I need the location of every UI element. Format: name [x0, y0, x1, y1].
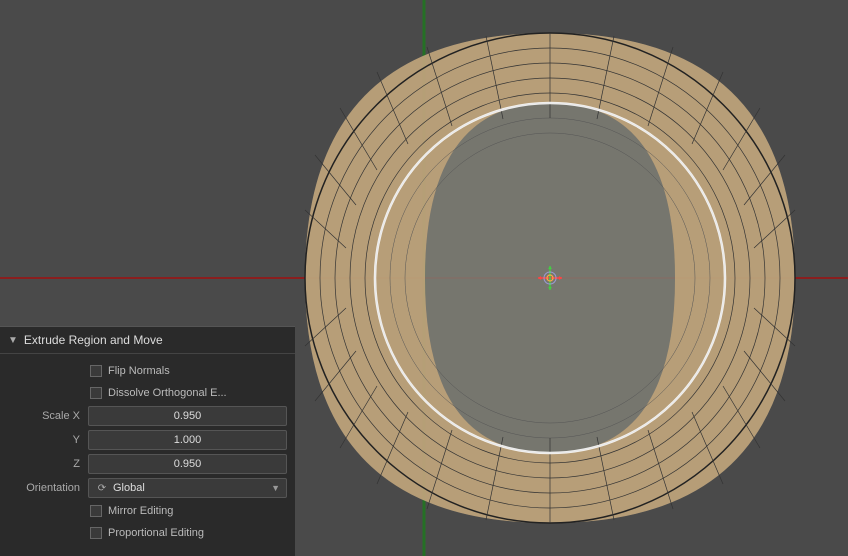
proportional-editing-label[interactable]: Proportional Editing — [90, 527, 204, 539]
panel-title: Extrude Region and Move — [24, 333, 163, 347]
mirror-editing-text: Mirror Editing — [108, 505, 173, 517]
dissolve-orthogonal-label[interactable]: Dissolve Orthogonal E... — [90, 387, 227, 399]
flip-normals-row: Flip Normals — [0, 360, 295, 382]
scale-x-row: Scale X 0.950 — [0, 404, 295, 428]
scale-y-row: Y 1.000 — [0, 428, 295, 452]
dissolve-orthogonal-text: Dissolve Orthogonal E... — [108, 387, 227, 399]
orientation-icon: ⟳ — [95, 481, 109, 495]
scale-x-field[interactable]: 0.950 — [88, 406, 287, 426]
scale-y-content: 1.000 — [88, 430, 287, 450]
orientation-value: Global — [113, 482, 271, 494]
orientation-content: ⟳ Global ▼ — [88, 478, 287, 498]
mirror-editing-checkbox[interactable] — [90, 505, 102, 517]
chevron-down-icon: ▼ — [271, 483, 280, 493]
panel-header[interactable]: ▼ Extrude Region and Move — [0, 327, 295, 354]
torus-mesh — [250, 0, 848, 556]
scale-z-row: Z 0.950 — [0, 452, 295, 476]
dissolve-orthogonal-checkbox[interactable] — [90, 387, 102, 399]
scale-y-label: Y — [8, 434, 88, 446]
scale-z-content: 0.950 — [88, 454, 287, 474]
scale-z-label: Z — [8, 458, 88, 470]
scale-x-content: 0.950 — [88, 406, 287, 426]
flip-normals-text: Flip Normals — [108, 365, 170, 377]
scale-y-field[interactable]: 1.000 — [88, 430, 287, 450]
flip-normals-checkbox[interactable] — [90, 365, 102, 377]
operator-panel: ▼ Extrude Region and Move Flip Normals D… — [0, 326, 295, 556]
dissolve-orthogonal-row: Dissolve Orthogonal E... — [0, 382, 295, 404]
orientation-label: Orientation — [8, 482, 88, 494]
panel-collapse-arrow: ▼ — [8, 335, 18, 346]
proportional-editing-checkbox[interactable] — [90, 527, 102, 539]
panel-body: Flip Normals Dissolve Orthogonal E... Sc… — [0, 354, 295, 550]
mirror-editing-row: Mirror Editing — [0, 500, 295, 522]
flip-normals-label[interactable]: Flip Normals — [90, 365, 170, 377]
scale-z-field[interactable]: 0.950 — [88, 454, 287, 474]
mirror-editing-label[interactable]: Mirror Editing — [90, 505, 173, 517]
orientation-row: Orientation ⟳ Global ▼ — [0, 476, 295, 500]
orientation-dropdown[interactable]: ⟳ Global ▼ — [88, 478, 287, 498]
scale-x-label: Scale X — [8, 410, 88, 422]
proportional-editing-text: Proportional Editing — [108, 527, 204, 539]
proportional-editing-row: Proportional Editing — [0, 522, 295, 544]
